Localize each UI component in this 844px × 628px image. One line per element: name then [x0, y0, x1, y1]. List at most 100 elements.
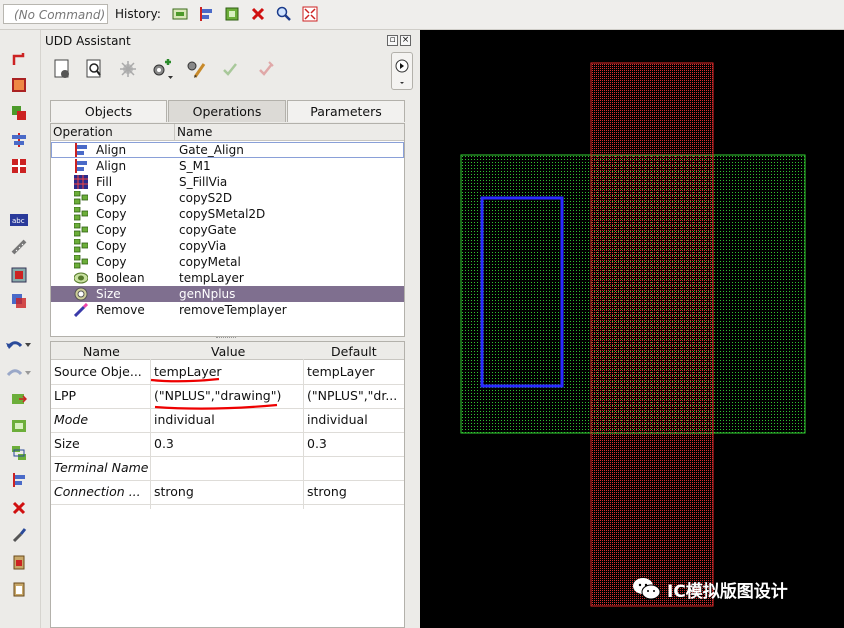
operation-type: Copy	[96, 239, 127, 253]
property-name: Source Obje...	[54, 364, 142, 379]
column-header-name[interactable]: Name	[177, 125, 212, 139]
history-zoom-icon[interactable]	[275, 5, 293, 23]
command-input[interactable]: (No Command)	[3, 4, 108, 24]
operation-name: copyVia	[179, 239, 227, 253]
property-default: 0.3	[307, 436, 327, 451]
add-operation-icon[interactable]	[149, 56, 175, 82]
operation-row[interactable]: Align S_M1	[51, 158, 404, 174]
property-name: Size	[54, 436, 80, 451]
history-fit-icon[interactable]	[301, 5, 319, 23]
panel-menu-button[interactable]	[391, 52, 413, 90]
close-panel-icon[interactable]: ×	[400, 35, 411, 46]
operation-row[interactable]: Remove removeTemplayer	[51, 302, 404, 318]
remove-icon	[73, 302, 89, 318]
cancel-check-icon[interactable]	[253, 56, 279, 82]
property-name: Connection ...	[54, 484, 141, 499]
operation-name: S_M1	[179, 159, 211, 173]
grid-tool-icon[interactable]	[9, 157, 29, 175]
column-header-prop-name[interactable]: Name	[83, 344, 120, 359]
column-header-operation[interactable]: Operation	[53, 125, 113, 139]
boolean-tool-icon[interactable]	[9, 292, 29, 310]
operation-row[interactable]: Copy copyGate	[51, 222, 404, 238]
tab-objects[interactable]: Objects	[50, 100, 167, 122]
copy-tool-icon[interactable]	[9, 104, 29, 122]
operation-row[interactable]: Align Gate_Align	[51, 142, 404, 158]
red-poly-shape[interactable]	[590, 62, 714, 607]
copy-icon	[73, 254, 89, 269]
property-row[interactable]: Mode individual individual	[51, 408, 404, 433]
operation-row[interactable]: Copy copyS2D	[51, 190, 404, 206]
debug-operation-icon[interactable]	[115, 56, 141, 82]
history-delete-icon[interactable]	[249, 5, 267, 23]
delete-icon[interactable]	[9, 499, 29, 517]
operation-name: genNplus	[179, 287, 236, 301]
paste-icon[interactable]	[9, 553, 29, 571]
clipboard-icon[interactable]	[9, 580, 29, 598]
rect-tool-icon[interactable]	[9, 76, 29, 94]
property-name: Terminal Name	[54, 460, 148, 475]
copy-icon	[73, 238, 89, 253]
operation-name: copyGate	[179, 223, 237, 237]
column-header-default[interactable]: Default	[331, 344, 377, 359]
operation-row[interactable]: Size genNplus	[51, 286, 404, 302]
brush-icon[interactable]	[9, 526, 29, 544]
history-add-icon[interactable]	[171, 5, 189, 23]
operation-type: Align	[96, 143, 127, 157]
undo-icon[interactable]	[4, 336, 34, 354]
property-default: individual	[307, 412, 368, 427]
align-tool-icon[interactable]	[9, 131, 29, 149]
property-row[interactable]: Terminal Name	[51, 456, 404, 481]
property-row[interactable]: Connection ... strong strong	[51, 480, 404, 505]
align-icon	[74, 159, 88, 173]
operation-name: copySMetal2D	[179, 207, 266, 221]
operation-row[interactable]: Copy copySMetal2D	[51, 206, 404, 222]
tab-operations[interactable]: Operations	[168, 100, 286, 122]
layout-canvas[interactable]	[420, 30, 844, 628]
property-value-field[interactable]: tempLayer	[154, 360, 302, 384]
operation-type: Boolean	[96, 271, 145, 285]
property-value-field[interactable]: 0.3	[154, 432, 302, 456]
property-value-field[interactable]: ("NPLUS","drawing")	[154, 384, 302, 408]
edit-operation-icon[interactable]	[183, 56, 209, 82]
operation-row[interactable]: Boolean tempLayer	[51, 270, 404, 286]
history-label: History:	[115, 7, 161, 21]
property-row[interactable]: LPP ("NPLUS","drawing") ("NPLUS","dr...	[51, 384, 404, 409]
operation-row[interactable]: Copy copyMetal	[51, 254, 404, 270]
column-header-value[interactable]: Value	[211, 344, 245, 359]
operations-header: Operation Name	[51, 124, 404, 141]
new-operation-icon[interactable]	[49, 56, 75, 82]
properties-table: Name Value Default Source Obje... tempLay…	[50, 341, 405, 628]
property-value-field[interactable]: strong	[154, 480, 302, 504]
udd-assistant-panel: UDD Assistant ▫ × Objects Operations Par…	[41, 30, 414, 628]
fill-icon	[74, 175, 88, 189]
property-name: Mode	[54, 412, 89, 427]
copy-out-icon[interactable]	[9, 417, 29, 435]
boolean-icon	[73, 271, 89, 285]
property-default: ("NPLUS","dr...	[307, 388, 398, 403]
property-default: strong	[307, 484, 347, 499]
history-align-icon[interactable]	[197, 5, 215, 23]
top-toolbar: (No Command) History:	[0, 0, 844, 30]
path-tool-icon[interactable]	[9, 50, 29, 68]
align-vertical-icon[interactable]	[9, 471, 29, 489]
history-select-icon[interactable]	[223, 5, 241, 23]
label-tool-icon[interactable]: abc	[9, 211, 29, 229]
property-row[interactable]: Size 0.3 0.3	[51, 432, 404, 457]
preview-operation-icon[interactable]	[81, 56, 107, 82]
copy-icon	[73, 222, 89, 237]
operation-row[interactable]: Copy copyVia	[51, 238, 404, 254]
operation-type: Copy	[96, 255, 127, 269]
property-value-field[interactable]: individual	[154, 408, 302, 432]
fill-tool-icon[interactable]	[9, 266, 29, 284]
tab-parameters[interactable]: Parameters	[287, 100, 405, 122]
operation-row[interactable]: Fill S_FillVia	[51, 174, 404, 190]
ruler-tool-icon[interactable]	[9, 238, 29, 256]
stack-icon[interactable]	[9, 444, 29, 462]
property-row[interactable]: Source Obje... tempLayer tempLayer	[51, 360, 404, 385]
apply-check-icon[interactable]	[217, 56, 243, 82]
operation-name: S_FillVia	[179, 175, 228, 189]
operation-name: removeTemplayer	[179, 303, 287, 317]
redo-icon[interactable]	[4, 364, 34, 382]
float-panel-icon[interactable]: ▫	[387, 35, 398, 46]
move-in-icon[interactable]	[9, 390, 29, 408]
